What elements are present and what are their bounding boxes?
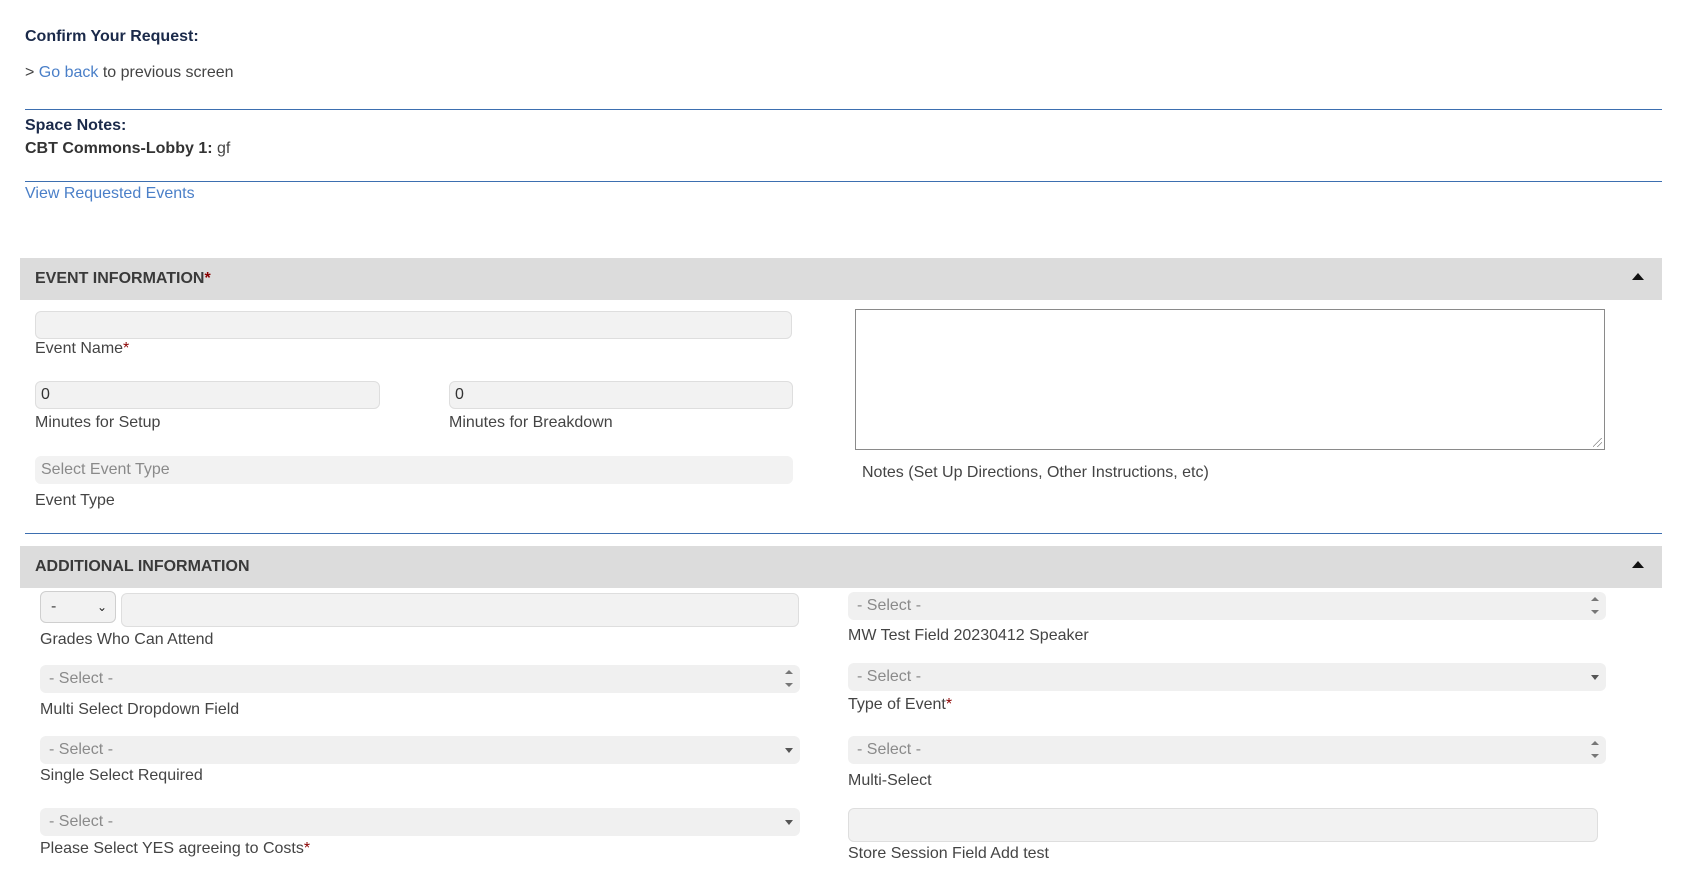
multi-select-label: Multi-Select	[848, 772, 932, 789]
event-name-input[interactable]	[35, 311, 792, 339]
type-of-event-select[interactable]: - Select -	[848, 663, 1606, 691]
breakdown-minutes-input[interactable]: 0	[449, 381, 793, 409]
spinner-icon	[785, 670, 793, 688]
caret-down-icon	[785, 748, 793, 753]
page-title: Confirm Your Request:	[25, 28, 199, 45]
space-name: CBT Commons-Lobby 1:	[25, 140, 213, 157]
grades-label: Grades Who Can Attend	[40, 631, 214, 648]
event-name-label: Event Name*	[35, 340, 130, 357]
resize-handle-icon[interactable]	[1593, 438, 1602, 447]
additional-information-header[interactable]: ADDITIONAL INFORMATION	[20, 546, 1662, 588]
divider	[25, 109, 1662, 110]
divider	[25, 181, 1662, 182]
chevron-down-icon: ⌄	[96, 600, 107, 614]
store-session-input[interactable]	[848, 808, 1598, 842]
grades-input[interactable]	[121, 593, 799, 627]
speaker-select-field[interactable]: - Select -	[848, 592, 1606, 620]
breakdown-minutes-label: Minutes for Breakdown	[449, 414, 613, 431]
view-requested-events-link[interactable]: View Requested Events	[25, 185, 195, 202]
space-note-text: gf	[212, 140, 231, 157]
multi-select-field[interactable]: - Select -	[848, 736, 1606, 764]
space-note-line: CBT Commons-Lobby 1: gf	[25, 140, 230, 158]
go-back-suffix: to previous screen	[98, 64, 234, 81]
grades-operator-select[interactable]: - ⌄	[40, 591, 116, 623]
costs-label: Please Select YES agreeing to Costs*	[40, 840, 311, 857]
event-type-label: Event Type	[35, 492, 115, 509]
collapse-icon[interactable]	[1632, 273, 1644, 280]
setup-minutes-input[interactable]: 0	[35, 381, 380, 409]
multi-dropdown-label: Multi Select Dropdown Field	[40, 701, 240, 718]
go-back-prefix: >	[25, 64, 39, 81]
costs-select-field[interactable]: - Select -	[40, 808, 800, 836]
single-select-required-label: Single Select Required	[40, 767, 203, 784]
event-information-header[interactable]: EVENT INFORMATION*	[20, 258, 1662, 300]
multi-select-dropdown-field[interactable]: - Select -	[40, 665, 800, 693]
speaker-label: MW Test Field 20230412 Speaker	[848, 627, 1089, 644]
grades-operator-value: -	[51, 598, 57, 615]
section-title: EVENT INFORMATION*	[35, 270, 211, 287]
divider	[25, 533, 1662, 534]
collapse-icon[interactable]	[1632, 561, 1644, 568]
type-of-event-label: Type of Event*	[848, 696, 953, 713]
notes-textarea[interactable]	[855, 309, 1605, 450]
section-title: ADDITIONAL INFORMATION	[35, 558, 250, 575]
spinner-icon	[1591, 741, 1599, 759]
event-type-select[interactable]: Select Event Type	[35, 456, 793, 484]
caret-down-icon	[785, 820, 793, 825]
space-notes-label: Space Notes:	[25, 117, 127, 134]
notes-label: Notes (Set Up Directions, Other Instruct…	[862, 464, 1209, 481]
go-back-link[interactable]: Go back	[39, 64, 99, 81]
go-back-line: > Go back to previous screen	[25, 64, 234, 82]
single-select-required-field[interactable]: - Select -	[40, 736, 800, 764]
setup-minutes-label: Minutes for Setup	[35, 414, 161, 431]
caret-down-icon	[1591, 675, 1599, 680]
store-session-label: Store Session Field Add test	[848, 845, 1049, 862]
spinner-icon	[1591, 597, 1599, 615]
